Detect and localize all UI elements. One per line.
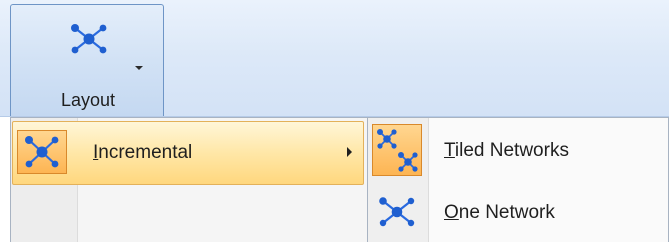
submenu-item-tiled-networks-label: Tiled Networks: [444, 140, 569, 162]
menu-item-incremental-label: Incremental: [93, 142, 192, 164]
submenu-item-tiled-networks[interactable]: Tiled Networks: [368, 120, 668, 182]
menu-item-label-rest: ne Network: [458, 202, 555, 223]
layout-menu: Incremental: [10, 117, 368, 242]
app-stage: Layout Incremental Tiled Networks One Ne…: [0, 0, 669, 242]
menu-item-incremental[interactable]: Incremental: [12, 121, 364, 185]
layout-dropdown-button[interactable]: Layout: [10, 4, 164, 116]
accelerator-key: T: [444, 140, 455, 161]
one-network-icon: [375, 194, 419, 230]
ribbon-bar: Layout: [0, 0, 669, 117]
network-layout-icon: [17, 130, 67, 174]
chevron-down-icon: [135, 66, 143, 70]
menu-item-label-rest: iled Networks: [454, 140, 569, 161]
layout-button-label: Layout: [60, 90, 116, 110]
accelerator-key: O: [444, 202, 459, 223]
submenu-arrow-icon: [347, 147, 352, 157]
tiled-networks-icon: [372, 124, 422, 176]
menu-item-label-rest: ncremental: [98, 142, 193, 163]
incremental-submenu: Tiled Networks One Network: [367, 117, 669, 242]
network-layout-icon: [66, 21, 112, 57]
submenu-item-one-network[interactable]: One Network: [368, 182, 668, 242]
submenu-item-one-network-label: One Network: [444, 202, 555, 224]
